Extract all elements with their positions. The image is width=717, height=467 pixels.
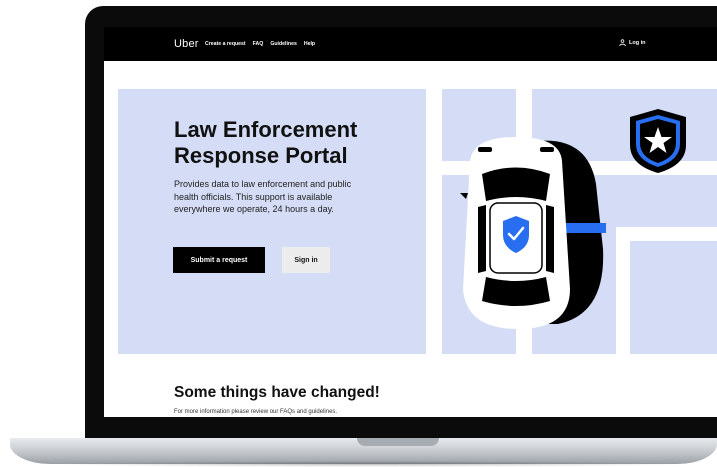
hero-title-line2: Response Portal [174, 143, 348, 168]
laptop-shadow [40, 461, 700, 467]
nav-link-create-request[interactable]: Create a request [205, 41, 246, 47]
sign-in-button[interactable]: Sign in [282, 247, 330, 273]
police-badge-icon [630, 109, 686, 173]
hero-description: Provides data to law enforcement and pub… [174, 179, 352, 214]
laptop-notch [357, 438, 439, 446]
login-label: Log in [629, 39, 646, 46]
top-navigation: Uber Create a request FAQ Guidelines Hel… [104, 27, 717, 61]
uber-logo[interactable]: Uber [174, 38, 199, 50]
hero-section: Law Enforcement Response Portal Provides… [118, 89, 717, 354]
login-link[interactable]: Log in [619, 39, 646, 46]
submit-request-button[interactable]: Submit a request [173, 247, 265, 273]
user-icon [619, 39, 626, 46]
nav-link-help[interactable]: Help [304, 41, 315, 47]
nav-links: Create a request FAQ Guidelines Help [205, 41, 315, 47]
section-title: Some things have changed! [174, 384, 380, 401]
section-subtitle: For more information please review our F… [174, 409, 338, 415]
browser-screen: Uber Create a request FAQ Guidelines Hel… [104, 27, 717, 417]
nav-link-faq[interactable]: FAQ [253, 41, 264, 47]
hero-title: Law Enforcement Response Portal [174, 117, 434, 169]
hero-title-line1: Law Enforcement [174, 117, 358, 142]
nav-link-guidelines[interactable]: Guidelines [270, 41, 297, 47]
laptop-bezel [85, 417, 717, 438]
